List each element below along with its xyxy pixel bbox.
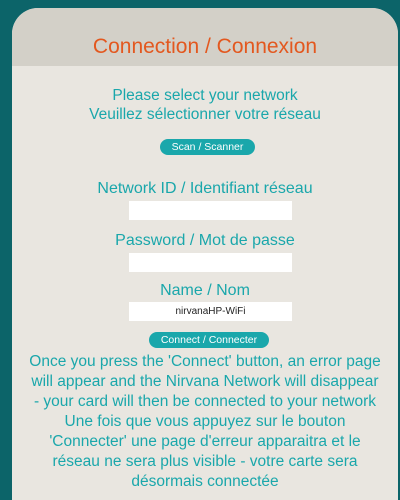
connection-panel: Connection / Connexion Please select you…	[12, 8, 398, 500]
connection-info-text: Once you press the 'Connect' button, an …	[0, 352, 400, 492]
page-title: Connection / Connexion	[92, 35, 318, 58]
info-line: - your card will then be connected to yo…	[33, 393, 377, 410]
info-line: réseau ne sera plus visible - votre cart…	[52, 453, 358, 470]
info-line: désormais connectée	[131, 473, 279, 490]
scan-button[interactable]: Scan / Scanner	[160, 139, 255, 155]
network-id-field[interactable]	[129, 201, 292, 220]
info-line: Once you press the 'Connect' button, an …	[29, 353, 381, 370]
info-line: 'Connecter' une page d'erreur apparaitra…	[49, 433, 361, 450]
select-network-prompt: Please select your network	[112, 87, 298, 104]
select-network-prompt-fr: Veuillez sélectionner votre réseau	[89, 106, 321, 123]
name-field[interactable]	[129, 302, 292, 321]
name-label: Name / Nom	[160, 282, 250, 299]
info-line: Une fois que vous appuyez sur le bouton	[64, 413, 346, 430]
password-label: Password / Mot de passe	[115, 232, 295, 249]
connect-button[interactable]: Connect / Connecter	[149, 332, 269, 348]
info-line: will appear and the Nirvana Network will…	[31, 373, 379, 390]
password-field[interactable]	[129, 253, 292, 272]
network-id-label: Network ID / Identifiant réseau	[97, 180, 313, 197]
